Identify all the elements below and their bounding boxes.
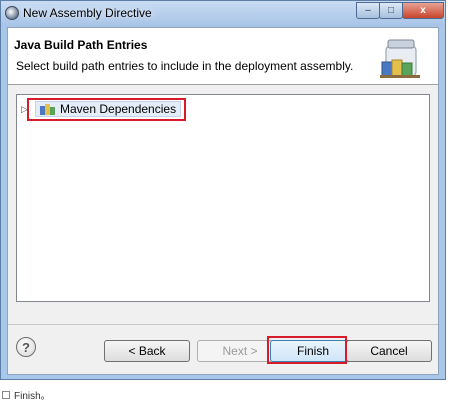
window-title: New Assembly Directive — [23, 6, 152, 20]
caption-text: Finish。 — [14, 391, 51, 402]
eclipse-icon — [5, 6, 19, 20]
annotation-highlight-finish — [267, 336, 347, 364]
caption: Finish。 — [2, 387, 51, 402]
build-path-entries-tree[interactable]: ▷ Maven Dependencies — [16, 94, 430, 302]
dialog-content: Java Build Path Entries Select build pat… — [7, 27, 439, 375]
close-button[interactable]: x — [402, 2, 444, 19]
back-button[interactable]: < Back — [104, 340, 190, 362]
page-title: Java Build Path Entries — [14, 38, 148, 52]
jar-library-icon — [380, 39, 420, 78]
minimize-button[interactable]: – — [356, 2, 380, 19]
cancel-button[interactable]: Cancel — [346, 340, 432, 362]
dialog-window: New Assembly Directive – □ x Java Build … — [0, 0, 446, 380]
caption-icon — [2, 390, 10, 399]
page-description: Select build path entries to include in … — [16, 59, 354, 73]
help-button[interactable]: ? — [16, 337, 36, 357]
title-bar[interactable]: New Assembly Directive – □ x — [1, 1, 445, 27]
maximize-button[interactable]: □ — [379, 2, 403, 19]
wizard-banner: Java Build Path Entries Select build pat… — [8, 28, 438, 85]
annotation-highlight — [27, 98, 186, 121]
button-separator — [8, 324, 438, 325]
